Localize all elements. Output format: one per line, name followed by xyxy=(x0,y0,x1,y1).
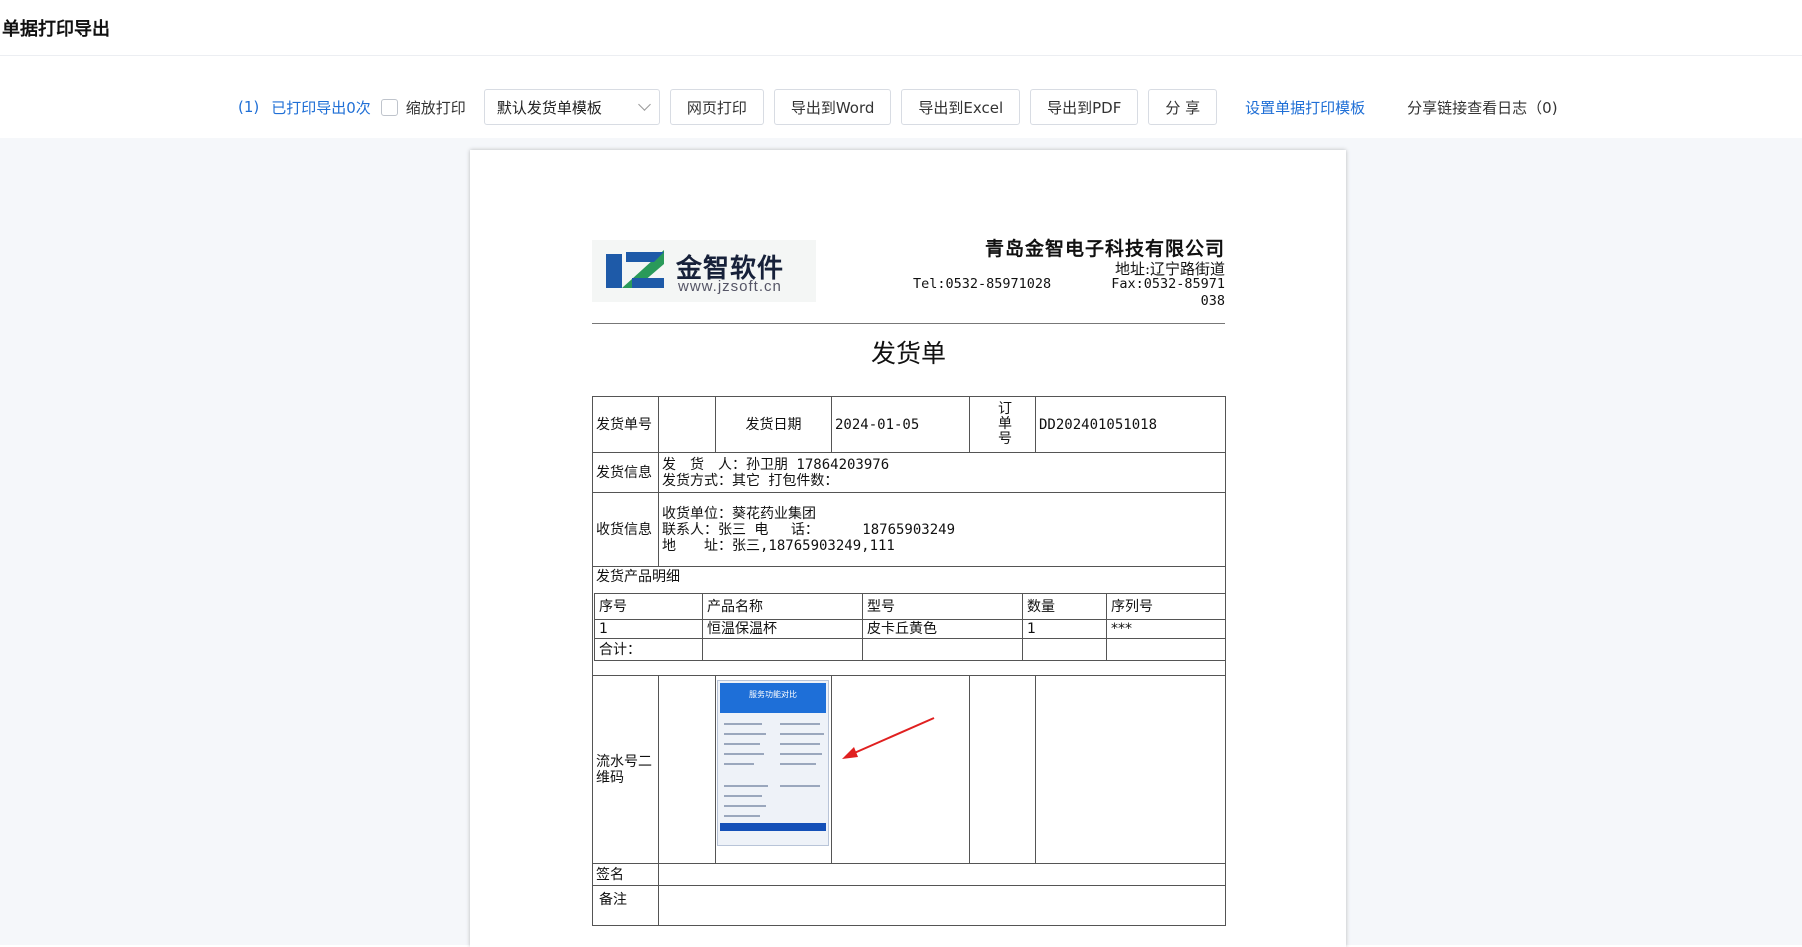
logo-url: www.jzsoft.cn xyxy=(678,278,782,295)
ship-method-line: 发货方式：其它 打包件数： xyxy=(662,472,839,489)
col-header: 型号 xyxy=(862,593,1023,620)
qr-label: 流水号二维码 xyxy=(592,675,659,864)
document-page: 金智软件 www.jzsoft.cn 青岛金智电子科技有限公司 地址:辽宁路街道… xyxy=(470,150,1346,947)
remark-label: 备注 xyxy=(592,885,659,926)
shipping-info-label: 发货信息 xyxy=(592,452,659,493)
export-pdf-button[interactable]: 导出到PDF xyxy=(1030,89,1139,125)
page-header: 单据打印导出 xyxy=(0,0,1802,56)
shipper-line: 发 货 人：孙卫朋 17864203976 xyxy=(662,456,890,473)
table-cell: 1 xyxy=(594,619,703,639)
table-cell: 1 xyxy=(1022,619,1107,639)
company-logo: 金智软件 www.jzsoft.cn xyxy=(592,240,816,302)
zoom-print-checkbox[interactable] xyxy=(380,98,398,116)
qr-image-title: 服务功能对比 xyxy=(720,683,826,713)
header-divider xyxy=(592,323,1225,324)
company-fax: Fax:0532-85971038 xyxy=(1111,276,1225,309)
delivery-date-label: 发货日期 xyxy=(715,396,832,453)
receiver-contact-line: 联系人：张三 电 话： 18765903249 xyxy=(662,521,956,538)
total-row: 合计： xyxy=(594,638,1226,661)
delivery-no-label: 发货单号 xyxy=(592,396,659,453)
chevron-down-icon xyxy=(637,98,651,111)
table-cell: 皮卡丘黄色 xyxy=(862,619,1023,639)
col-header: 数量 xyxy=(1022,593,1107,620)
export-excel-button[interactable]: 导出到Excel xyxy=(901,89,1021,125)
share-button[interactable]: 分 享 xyxy=(1148,89,1218,125)
template-select[interactable]: 默认发货单模板 xyxy=(483,89,660,125)
toolbar: (1) 已打印导出0次 缩放打印 默认发货单模板 网页打印 导出到Word 导出… xyxy=(0,88,1802,126)
table-row: 发货信息 发 货 人：孙卫朋 17864203976 发货方式：其它 打包件数： xyxy=(592,452,1226,493)
printed-count-link[interactable]: 已打印导出0次 xyxy=(271,97,371,118)
table-cell: 恒温保温杯 xyxy=(702,619,863,639)
web-print-button[interactable]: 网页打印 xyxy=(669,89,764,125)
red-arrow-icon xyxy=(842,717,935,759)
print-count[interactable]: (1) xyxy=(238,98,259,116)
table-row: 发货单号 发货日期 2024-01-05 订单号 DD202401051018 xyxy=(592,396,1226,453)
table-row: 发货产品明细 序号 产品名称 型号 数量 序列号 1 恒温保温杯 皮卡丘黄色 1… xyxy=(592,566,1226,676)
export-word-button[interactable]: 导出到Word xyxy=(773,89,892,125)
set-template-link[interactable]: 设置单据打印模板 xyxy=(1245,97,1365,118)
company-name: 青岛金智电子科技有限公司 xyxy=(984,238,1225,260)
col-header: 产品名称 xyxy=(702,593,863,620)
col-header: 序号 xyxy=(594,593,703,620)
products-table: 序号 产品名称 型号 数量 序列号 1 恒温保温杯 皮卡丘黄色 1 *** 合计… xyxy=(594,593,1226,661)
page-title: 单据打印导出 xyxy=(2,18,110,40)
company-tel: Tel:0532-85971028 xyxy=(913,276,1052,292)
share-log-link[interactable]: 分享链接查看日志（0) xyxy=(1407,97,1557,118)
receiver-address-line: 地 址：张三,18765903249,111 xyxy=(662,537,895,554)
template-select-value: 默认发货单模板 xyxy=(496,98,602,117)
col-header: 序列号 xyxy=(1106,593,1226,620)
table-row: 收货信息 收货单位：葵花药业集团 联系人：张三 电 话： 18765903249… xyxy=(592,492,1226,567)
table-row: 签名 xyxy=(592,863,1226,886)
print-preview: 金智软件 www.jzsoft.cn 青岛金智电子科技有限公司 地址:辽宁路街道… xyxy=(0,138,1802,947)
delivery-table: 发货单号 发货日期 2024-01-05 订单号 DD202401051018 … xyxy=(592,396,1226,926)
order-no-value: DD202401051018 xyxy=(1035,396,1226,453)
table-cell: *** xyxy=(1106,619,1226,639)
document-title: 发货单 xyxy=(870,339,946,368)
zoom-print-label[interactable]: 缩放打印 xyxy=(406,97,466,118)
delivery-no-value xyxy=(658,396,716,453)
signature-label: 签名 xyxy=(592,863,659,886)
jz-logo-icon xyxy=(606,250,664,288)
table-row: 备注 xyxy=(592,885,1226,926)
products-header-row: 序号 产品名称 型号 数量 序列号 xyxy=(594,593,1226,620)
receiver-company-line: 收货单位：葵花药业集团 xyxy=(662,505,816,522)
receiving-info-label: 收货信息 xyxy=(592,492,659,567)
products-label: 发货产品明细 xyxy=(596,569,680,585)
product-row: 1 恒温保温杯 皮卡丘黄色 1 *** xyxy=(594,619,1226,639)
total-label: 合计： xyxy=(594,638,703,661)
delivery-date-value: 2024-01-05 xyxy=(831,396,970,453)
order-no-label: 订单号 xyxy=(969,396,1036,453)
table-row: 流水号二维码 服务功能对比 xyxy=(592,675,1226,864)
qr-image: 服务功能对比 xyxy=(717,680,829,846)
